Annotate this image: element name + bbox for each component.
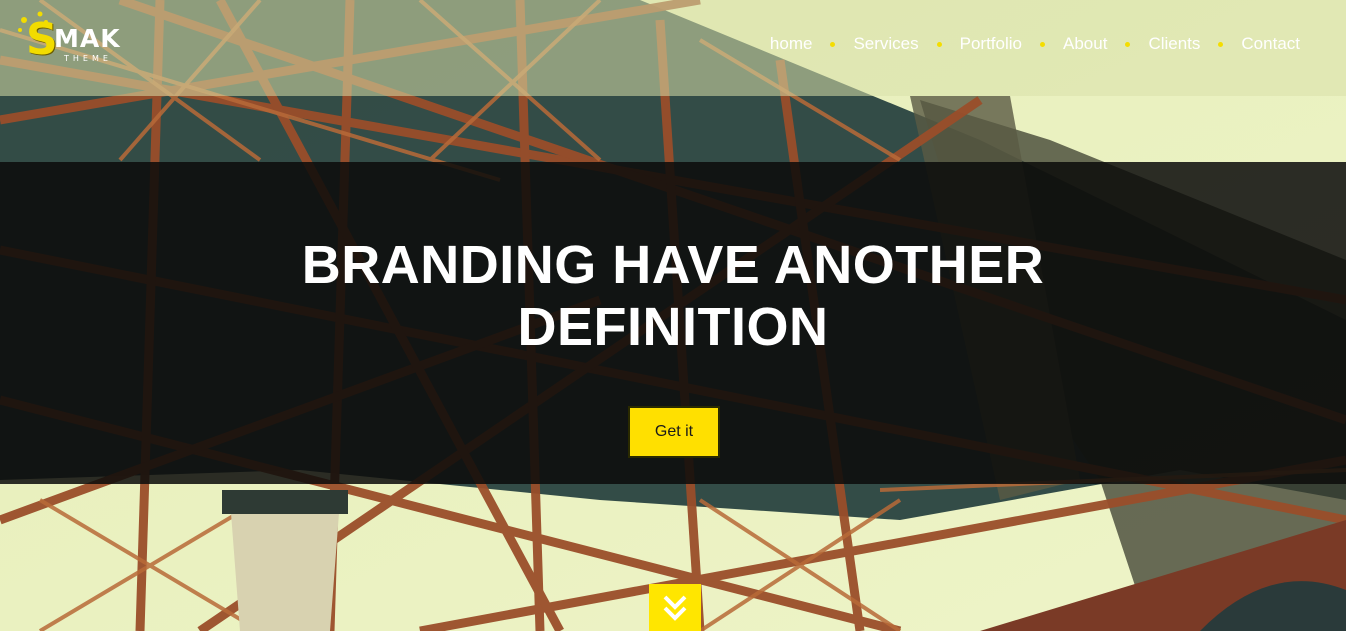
nav-home[interactable]: home <box>770 34 813 54</box>
logo-tagline: THEME <box>64 54 112 63</box>
nav-services[interactable]: Services <box>853 34 918 54</box>
dot-icon <box>1040 41 1045 47</box>
logo-mark: S <box>26 14 58 65</box>
headline-line-2: DEFINITION <box>517 297 829 357</box>
main-nav: home Services Portfolio About Clients Co… <box>770 34 1300 54</box>
dot-icon <box>936 41 942 47</box>
site-header: S MAK THEME home Services Portfolio Abou… <box>0 0 1346 96</box>
hero-headline: BRANDING HAVE ANOTHER DEFINITION <box>0 234 1346 358</box>
brand-logo[interactable]: S MAK THEME <box>12 10 122 68</box>
nav-about[interactable]: About <box>1063 34 1107 54</box>
get-it-button[interactable]: Get it <box>628 406 720 458</box>
logo-name: MAK <box>54 24 121 53</box>
scroll-down-button[interactable] <box>649 584 701 631</box>
double-chevron-down-icon <box>663 595 687 621</box>
nav-contact[interactable]: Contact <box>1241 34 1300 54</box>
headline-line-1: BRANDING HAVE ANOTHER <box>301 235 1045 295</box>
dot-icon <box>830 41 836 47</box>
nav-portfolio[interactable]: Portfolio <box>960 34 1022 54</box>
hero-banner: BRANDING HAVE ANOTHER DEFINITION Get it <box>0 162 1346 484</box>
nav-clients[interactable]: Clients <box>1148 34 1200 54</box>
dot-icon <box>1218 41 1224 47</box>
dot-icon <box>1125 41 1131 47</box>
